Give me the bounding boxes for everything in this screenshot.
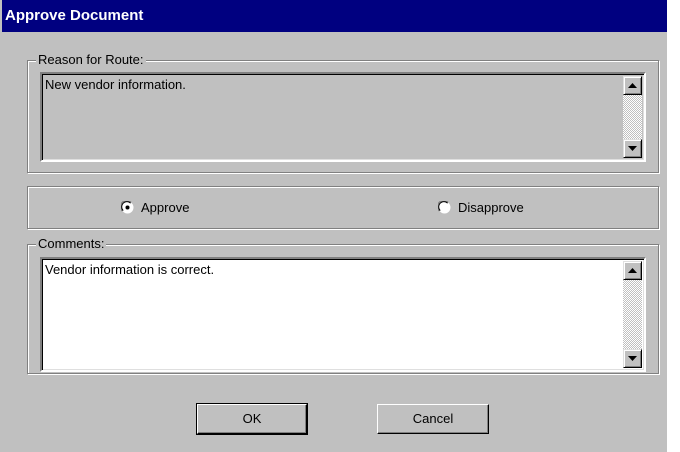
radio-unselected-icon bbox=[438, 201, 451, 214]
cancel-button[interactable]: Cancel bbox=[377, 404, 489, 434]
comments-scrollbar[interactable] bbox=[623, 261, 642, 368]
approve-radio[interactable]: Approve bbox=[121, 200, 189, 215]
approve-label: Approve bbox=[141, 200, 190, 215]
reason-text: New vendor information. bbox=[45, 77, 186, 92]
arrow-down-icon bbox=[628, 356, 637, 361]
arrow-up-icon bbox=[628, 83, 637, 88]
comments-label: Comments: bbox=[36, 236, 107, 252]
arrow-up-icon bbox=[628, 268, 637, 273]
comments-text: Vendor information is correct. bbox=[45, 262, 215, 277]
reason-scroll-up-button[interactable] bbox=[623, 76, 642, 95]
reason-scroll-down-button[interactable] bbox=[623, 139, 642, 158]
arrow-down-icon bbox=[628, 146, 637, 151]
comments-scroll-down-button[interactable] bbox=[623, 349, 642, 368]
disapprove-radio[interactable]: Disapprove bbox=[438, 200, 524, 215]
approve-document-dialog: Approve Document Reason for Route: New v… bbox=[0, 0, 667, 452]
radio-selected-icon bbox=[121, 201, 134, 214]
comments-scroll-up-button[interactable] bbox=[623, 261, 642, 280]
disapprove-label: Disapprove bbox=[458, 200, 524, 215]
dialog-title: Approve Document bbox=[2, 0, 667, 32]
comments-textarea[interactable]: Vendor information is correct. bbox=[40, 257, 646, 372]
reason-textarea[interactable]: New vendor information. bbox=[40, 72, 646, 162]
reason-label: Reason for Route: bbox=[36, 52, 146, 68]
reason-scrollbar[interactable] bbox=[623, 76, 642, 158]
ok-button[interactable]: OK bbox=[196, 403, 308, 435]
